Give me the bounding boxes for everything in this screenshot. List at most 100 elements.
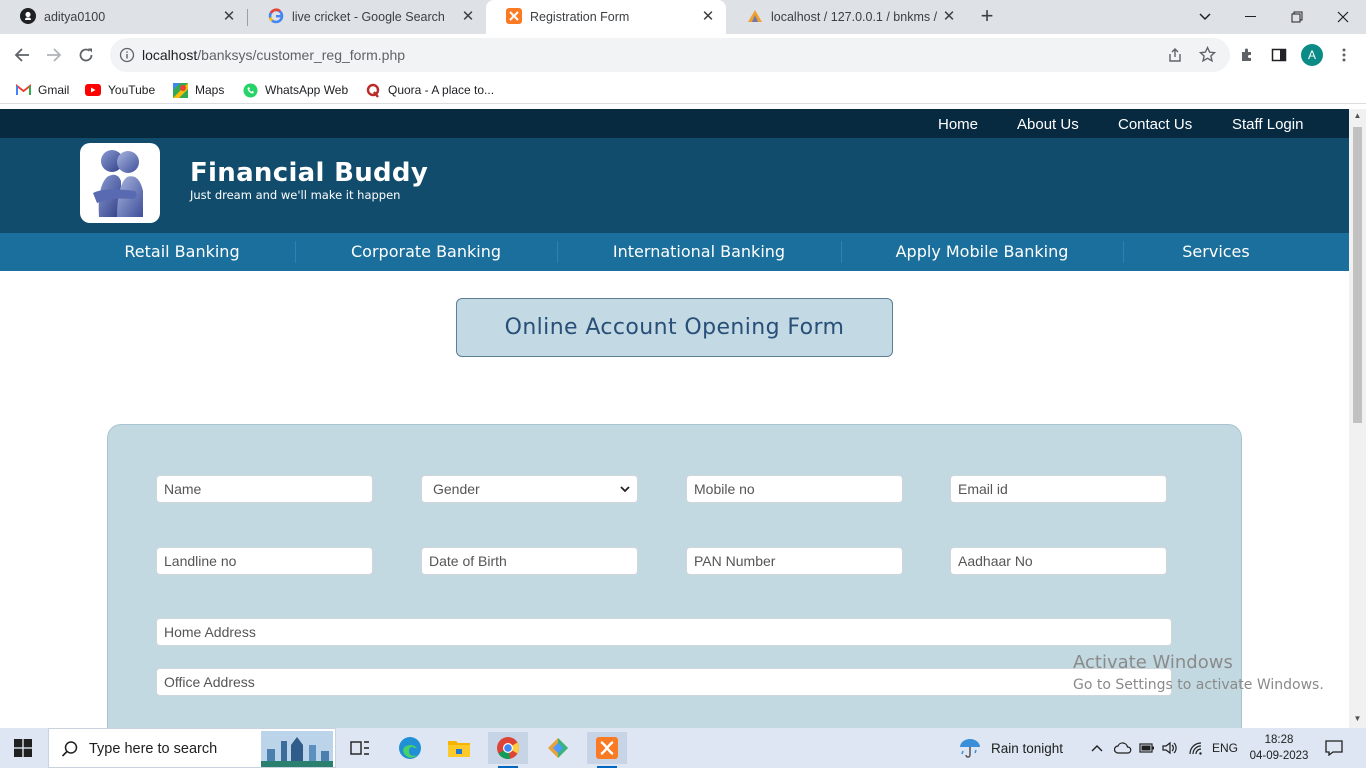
weather-text: Rain tonight: [991, 740, 1064, 756]
nav-apply-mobile-banking[interactable]: Apply Mobile Banking: [842, 233, 1122, 271]
wifi-network-icon[interactable]: [1188, 728, 1204, 768]
edge-browser-icon[interactable]: [390, 732, 430, 764]
taskbar-clock[interactable]: 18:28 04-09-2023: [1244, 732, 1314, 764]
side-panel-icon[interactable]: [1266, 42, 1292, 68]
mobile-field[interactable]: Mobile no: [686, 475, 903, 503]
tab-registration-form[interactable]: Registration Form ✕: [486, 0, 726, 34]
forward-arrow-icon[interactable]: [41, 42, 67, 68]
scroll-up-arrow-icon[interactable]: ▲: [1353, 112, 1362, 120]
tab-title: Registration Form: [530, 10, 630, 24]
task-view-icon[interactable]: [340, 732, 380, 764]
tray-overflow-chevron-icon[interactable]: [1091, 728, 1103, 768]
tab-title: localhost / 127.0.0.1 / bnkms / ba: [771, 10, 941, 24]
taskbar-search-box[interactable]: Type here to search: [48, 728, 336, 768]
page-scrollbar[interactable]: ▲ ▼: [1349, 109, 1366, 728]
dob-field[interactable]: Date of Birth: [421, 547, 638, 575]
tab-google-search[interactable]: live cricket - Google Search ✕: [248, 0, 486, 34]
gender-select[interactable]: Gender: [421, 475, 638, 503]
windows-taskbar: Type here to search Rain tonight ENG 18:…: [0, 728, 1366, 768]
quora-icon: [365, 82, 381, 98]
nav-retail-banking[interactable]: Retail Banking: [70, 233, 294, 271]
bookmark-whatsapp[interactable]: WhatsApp Web: [242, 82, 348, 98]
battery-icon[interactable]: [1139, 728, 1155, 768]
close-window-button[interactable]: [1320, 0, 1366, 34]
onedrive-cloud-icon[interactable]: [1114, 728, 1132, 768]
email-field[interactable]: Email id: [950, 475, 1167, 503]
extensions-icon[interactable]: [1234, 42, 1260, 68]
tab-title: live cricket - Google Search: [292, 10, 445, 24]
profile-avatar[interactable]: A: [1301, 44, 1323, 66]
activate-windows-watermark: Activate Windows Go to Settings to activ…: [1073, 652, 1324, 693]
top-links-bar: Home About Us Contact Us Staff Login: [0, 109, 1349, 138]
back-arrow-icon[interactable]: [9, 42, 35, 68]
gmail-icon: [15, 82, 31, 98]
close-icon[interactable]: ✕: [941, 9, 957, 25]
new-tab-button[interactable]: +: [976, 5, 998, 28]
registration-form-panel: Name Gender Mobile no Email id Landline …: [107, 424, 1242, 728]
close-icon[interactable]: ✕: [221, 9, 237, 25]
notifications-icon[interactable]: [1325, 728, 1343, 768]
url-text[interactable]: localhost/banksys/customer_reg_form.php: [142, 47, 405, 63]
search-placeholder: Type here to search: [89, 741, 218, 757]
form-title: Online Account Opening Form: [504, 315, 845, 340]
close-icon[interactable]: ✕: [700, 9, 716, 25]
tab-github[interactable]: aditya0100 ✕: [0, 0, 247, 34]
nav-link-home[interactable]: Home: [938, 116, 978, 133]
bookmark-quora[interactable]: Quora - A place to...: [365, 82, 494, 98]
git-tool-icon[interactable]: [538, 732, 578, 764]
youtube-icon: [85, 82, 101, 98]
scrollbar-thumb[interactable]: [1353, 127, 1362, 423]
github-icon: [20, 7, 36, 27]
watermark-title: Activate Windows: [1073, 652, 1233, 673]
close-icon[interactable]: ✕: [460, 9, 476, 25]
tab-title: aditya0100: [44, 10, 106, 24]
nav-corporate-banking[interactable]: Corporate Banking: [296, 233, 556, 271]
minimize-button[interactable]: [1228, 0, 1274, 34]
reload-icon[interactable]: [73, 42, 99, 68]
url-host: localhost: [142, 47, 198, 63]
browser-toolbar: localhost/banksys/customer_reg_form.php …: [0, 34, 1366, 76]
tab-phpmyadmin[interactable]: localhost / 127.0.0.1 / bnkms / ba ✕: [727, 0, 967, 34]
nav-international-banking[interactable]: International Banking: [558, 233, 840, 271]
bookmark-label: Maps: [195, 83, 225, 97]
home-address-field[interactable]: Home Address: [156, 618, 1172, 646]
chrome-browser-icon[interactable]: [488, 732, 528, 768]
scroll-down-arrow-icon[interactable]: ▼: [1353, 715, 1362, 723]
bookmark-maps[interactable]: Maps: [172, 82, 224, 98]
maps-icon: [172, 82, 188, 98]
site-logo[interactable]: [80, 143, 160, 223]
hugging-figures-icon: [93, 150, 143, 217]
whatsapp-icon: [242, 82, 258, 98]
site-info-icon[interactable]: [119, 47, 135, 68]
nav-link-about-us[interactable]: About Us: [1017, 116, 1079, 133]
name-field[interactable]: Name: [156, 475, 373, 503]
bookmark-gmail[interactable]: Gmail: [15, 82, 69, 98]
clock-time: 18:28: [1264, 734, 1294, 746]
bookmark-label: Quora - A place to...: [388, 83, 495, 97]
nav-link-staff-login[interactable]: Staff Login: [1232, 116, 1303, 133]
weather-widget[interactable]: Rain tonight: [958, 728, 1063, 768]
restore-button[interactable]: [1274, 0, 1320, 34]
chevron-down-icon: [620, 476, 630, 512]
file-explorer-icon[interactable]: [439, 732, 479, 764]
address-bar[interactable]: localhost/banksys/customer_reg_form.php: [110, 38, 1230, 72]
bookmark-youtube[interactable]: YouTube: [85, 82, 155, 98]
bookmark-star-icon[interactable]: [1198, 45, 1217, 68]
language-indicator[interactable]: ENG: [1212, 728, 1238, 768]
windows-start-icon[interactable]: [14, 739, 32, 762]
nav-link-contact-us[interactable]: Contact Us: [1118, 116, 1192, 133]
nav-services[interactable]: Services: [1124, 233, 1308, 271]
landline-field[interactable]: Landline no: [156, 547, 373, 575]
watermark-subtitle: Go to Settings to activate Windows.: [1073, 677, 1324, 693]
kebab-menu-icon[interactable]: [1331, 42, 1357, 68]
pan-field[interactable]: PAN Number: [686, 547, 903, 575]
google-icon: [268, 7, 284, 27]
office-address-field[interactable]: Office Address: [156, 668, 1172, 696]
page-viewport: Home About Us Contact Us Staff Login Fin…: [0, 109, 1349, 728]
aadhaar-field[interactable]: Aadhaar No: [950, 547, 1167, 575]
brand-title: Financial Buddy: [190, 158, 429, 188]
speaker-volume-icon[interactable]: [1162, 728, 1178, 768]
xampp-control-icon[interactable]: [587, 732, 627, 768]
tab-search-chevron-icon[interactable]: [1182, 0, 1228, 34]
share-icon[interactable]: [1167, 47, 1183, 68]
